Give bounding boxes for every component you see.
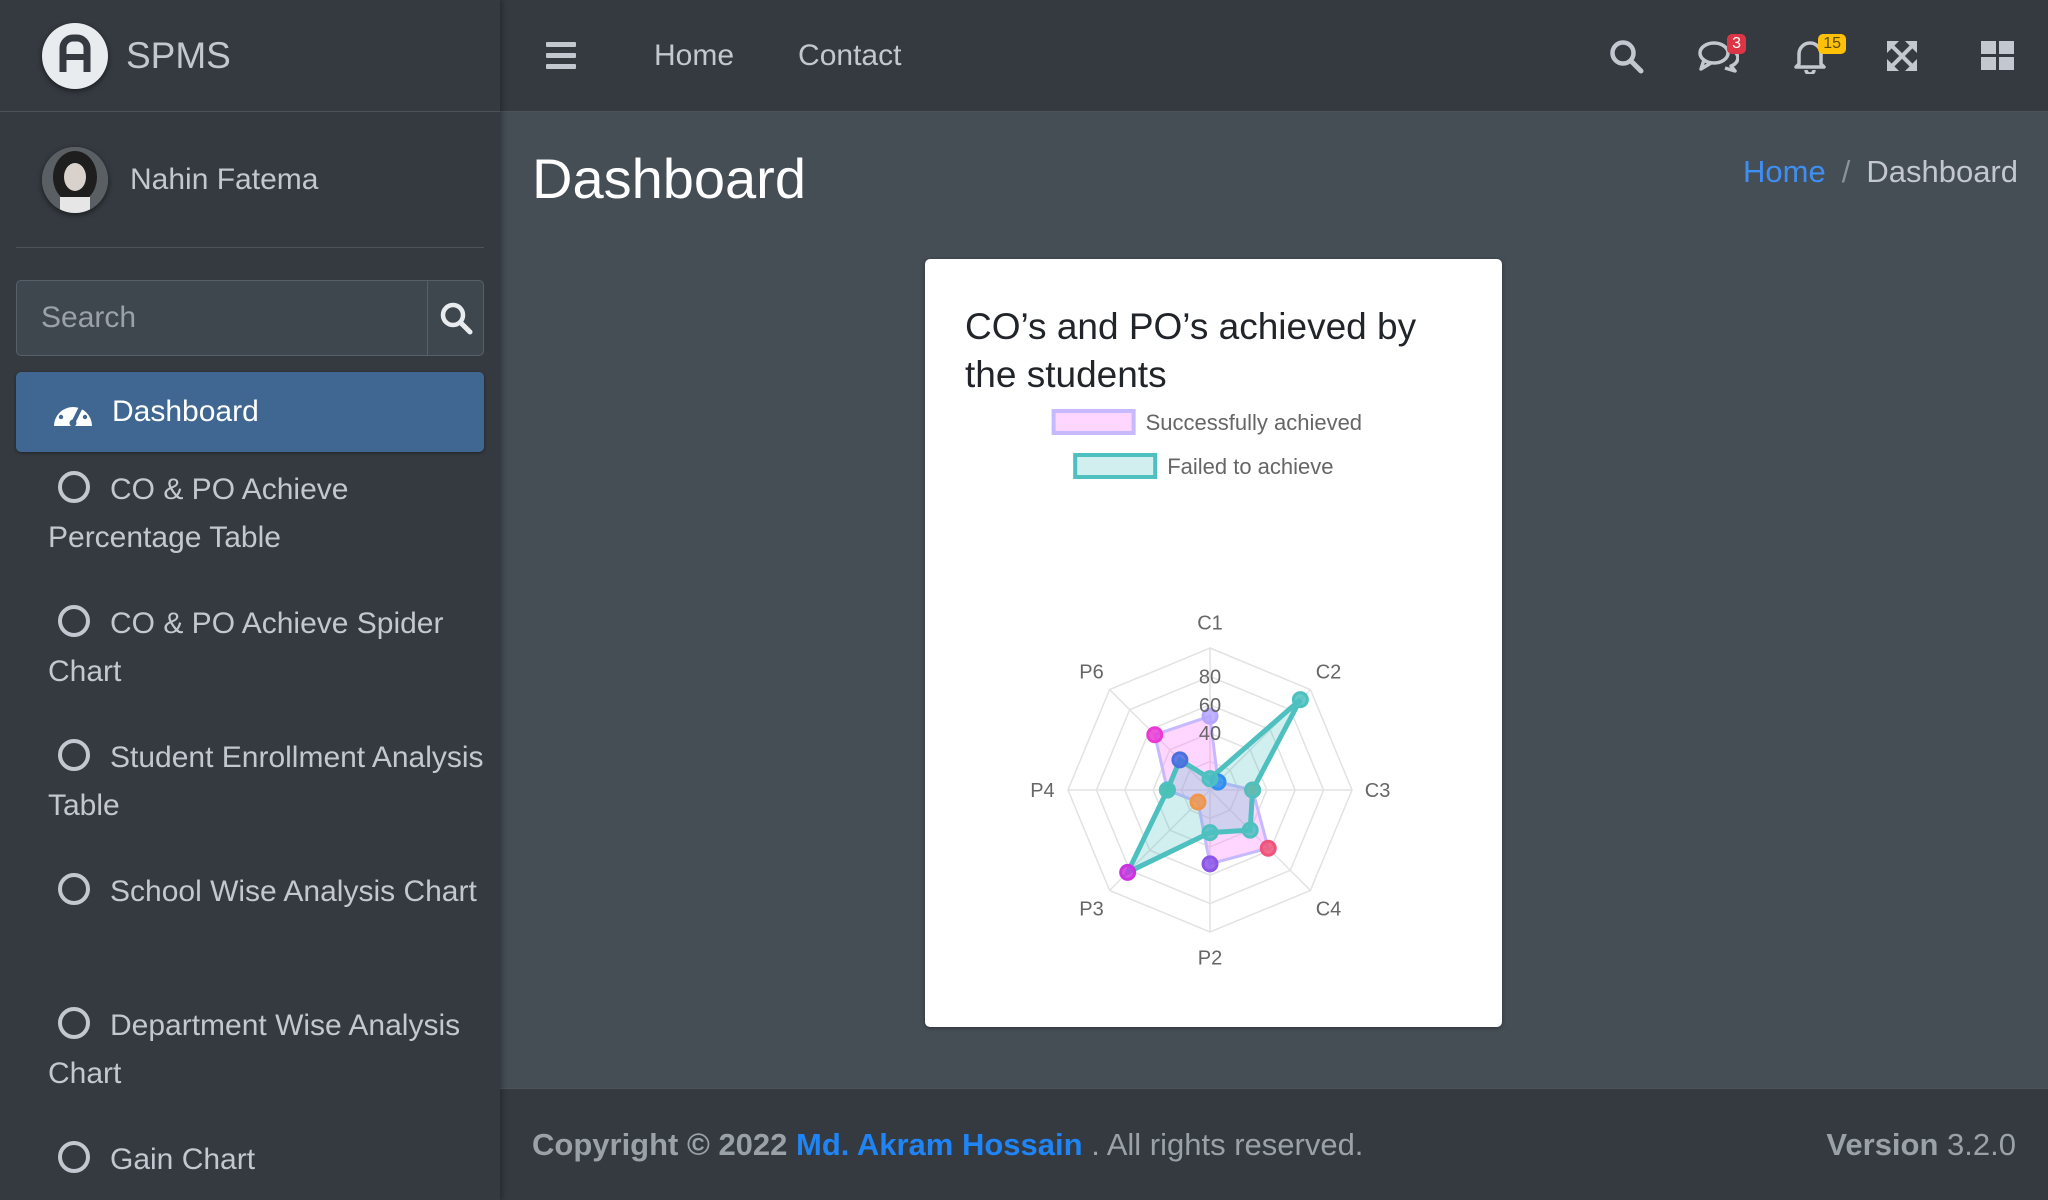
data-point bbox=[1171, 751, 1189, 769]
sidebar-item-label: Department Wise Analysis Chart bbox=[48, 1009, 461, 1090]
main-sidebar: SPMS Nahin Fatema Search Dashboard CO & … bbox=[0, 0, 500, 1200]
data-point bbox=[1119, 863, 1137, 881]
radial-tick-label: 80 bbox=[1199, 666, 1221, 688]
radial-tick-label: 60 bbox=[1199, 695, 1221, 717]
user-panel[interactable]: Nahin Fatema bbox=[16, 112, 484, 248]
circle-icon bbox=[58, 873, 90, 906]
version-value: 3.2.0 bbox=[1947, 1126, 2016, 1162]
menu-toggle-icon[interactable] bbox=[546, 42, 576, 69]
sidebar-item-dashboard[interactable]: Dashboard bbox=[16, 372, 484, 452]
data-point bbox=[1201, 770, 1219, 788]
axis-label: P6 bbox=[1079, 662, 1103, 684]
footer-version: Version 3.2.0 bbox=[1826, 1127, 2016, 1163]
chart-card: CO’s and PO’s achieved by the students S… bbox=[925, 259, 1502, 1027]
sidebar-item-label: CO & PO Achieve Spider Chart bbox=[48, 607, 444, 688]
sidebar-search bbox=[16, 280, 484, 356]
data-point bbox=[1201, 824, 1219, 842]
notifications-badge: 15 bbox=[1818, 34, 1846, 54]
circle-icon bbox=[58, 739, 90, 772]
circle-icon bbox=[58, 1141, 90, 1174]
sidebar-item-label: Student Enrollment Analysis Table bbox=[48, 741, 484, 822]
sidebar-item-label: School Wise Analysis Chart bbox=[110, 875, 477, 908]
sidebar-item-department-chart[interactable]: Department Wise Analysis Chart bbox=[16, 988, 484, 1122]
axis-label: P4 bbox=[1030, 780, 1054, 802]
sidebar-item-label: Dashboard bbox=[112, 395, 259, 428]
axis-label: P2 bbox=[1198, 948, 1222, 970]
search-input[interactable] bbox=[17, 281, 427, 355]
circle-icon bbox=[58, 1007, 90, 1040]
circle-icon bbox=[58, 471, 90, 504]
data-point bbox=[1201, 855, 1219, 873]
footer-copyright: Copyright © 2022 Md. Akram Hossain . All… bbox=[532, 1127, 1363, 1163]
control-sidebar-button[interactable] bbox=[1948, 0, 2048, 112]
navbar-right: 3 15 bbox=[1580, 0, 2048, 112]
brand-logo-icon bbox=[42, 22, 108, 89]
search-icon bbox=[1610, 40, 1644, 74]
axis-label: C2 bbox=[1316, 662, 1342, 684]
messages-badge: 3 bbox=[1727, 34, 1746, 54]
data-point bbox=[1291, 691, 1309, 709]
rights-text: . All rights reserved. bbox=[1091, 1126, 1364, 1162]
axis-label: P3 bbox=[1079, 898, 1103, 920]
brand-link[interactable]: SPMS bbox=[0, 0, 500, 112]
user-name[interactable]: Nahin Fatema bbox=[130, 163, 318, 197]
version-label: Version bbox=[1826, 1126, 1939, 1162]
data-point bbox=[1244, 781, 1262, 799]
data-point bbox=[1146, 726, 1164, 744]
tachometer-icon bbox=[54, 400, 92, 427]
circle-icon bbox=[58, 605, 90, 638]
th-large-icon bbox=[1981, 41, 2014, 70]
page-title: Dashboard bbox=[532, 147, 806, 210]
legend-label: Successfully achieved bbox=[1146, 410, 1362, 435]
data-point bbox=[1189, 793, 1207, 811]
axis-label: C3 bbox=[1365, 780, 1391, 802]
nav-link-home[interactable]: Home bbox=[654, 39, 734, 73]
navbar-search-button[interactable] bbox=[1580, 0, 1672, 112]
breadcrumb-current: Dashboard bbox=[1866, 154, 2018, 189]
fullscreen-button[interactable] bbox=[1856, 0, 1948, 112]
search-icon bbox=[440, 302, 472, 335]
legend-label: Failed to achieve bbox=[1167, 454, 1333, 479]
sidebar-item-spider-chart[interactable]: CO & PO Achieve Spider Chart bbox=[16, 586, 484, 720]
sidebar-item-school-chart[interactable]: School Wise Analysis Chart bbox=[16, 854, 484, 988]
breadcrumb-home-link[interactable]: Home bbox=[1743, 154, 1826, 189]
legend-swatch bbox=[1073, 453, 1158, 479]
breadcrumb: Home / Dashboard bbox=[1743, 154, 2018, 190]
sidebar-item-label: Gain Chart bbox=[110, 1143, 256, 1176]
radar-chart[interactable]: Successfully achieved Failed to achieve 40… bbox=[925, 259, 1502, 1027]
sidebar-item-enrollment-table[interactable]: Student Enrollment Analysis Table bbox=[16, 720, 484, 854]
footer-dot bbox=[1083, 1127, 1092, 1162]
content-header: Dashboard Home / Dashboard bbox=[532, 140, 2018, 220]
legend-swatch bbox=[1051, 409, 1136, 435]
messages-button[interactable]: 3 bbox=[1672, 0, 1764, 112]
main-footer: Copyright © 2022 Md. Akram Hossain . All… bbox=[500, 1088, 2048, 1200]
search-button[interactable] bbox=[427, 281, 483, 355]
axis-label: C4 bbox=[1316, 898, 1342, 920]
axis-label: C1 bbox=[1197, 612, 1223, 634]
sidebar-item-label: CO & PO Achieve Percentage Table bbox=[48, 473, 349, 554]
radial-tick-label: 40 bbox=[1199, 723, 1221, 745]
sidebar-item-gain-chart[interactable]: Gain Chart bbox=[16, 1122, 484, 1200]
copyright-text: Copyright © 2022 bbox=[532, 1126, 788, 1162]
data-point bbox=[1158, 781, 1176, 799]
data-point bbox=[1259, 839, 1277, 857]
breadcrumb-separator: / bbox=[1841, 154, 1851, 189]
top-navbar: Home Contact 3 15 bbox=[500, 0, 2048, 112]
notifications-button[interactable]: 15 bbox=[1764, 0, 1856, 112]
avatar[interactable] bbox=[42, 146, 108, 213]
sidebar-item-co-po-table[interactable]: CO & PO Achieve Percentage Table bbox=[16, 452, 484, 586]
author-link[interactable]: Md. Akram Hossain bbox=[796, 1127, 1083, 1162]
data-point bbox=[1241, 821, 1259, 839]
sidebar-nav: Dashboard CO & PO Achieve Percentage Tab… bbox=[0, 372, 500, 1200]
brand-name: SPMS bbox=[126, 34, 231, 76]
expand-arrows-icon bbox=[1887, 41, 1917, 71]
nav-link-contact[interactable]: Contact bbox=[798, 39, 901, 73]
